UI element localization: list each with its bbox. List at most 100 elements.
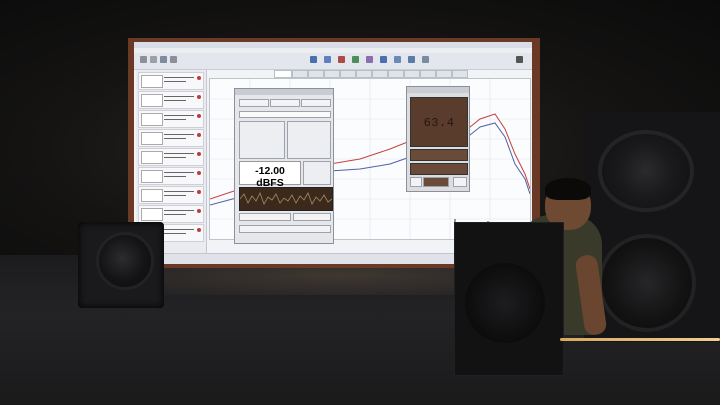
generator-button[interactable] (270, 99, 300, 107)
list-item (138, 186, 204, 204)
generator-button[interactable] (293, 213, 331, 221)
list-item (138, 148, 204, 166)
tab (292, 70, 308, 78)
record-dot (197, 76, 201, 80)
spl-meter-dialog: 63.4 (406, 86, 470, 192)
speaker-right (584, 112, 720, 342)
home-theater-scene: -12.00 dBFS 63.4 (0, 0, 720, 405)
list-item (138, 167, 204, 185)
toolbar-icon (394, 56, 401, 63)
dialog-titlebar (235, 89, 333, 95)
label-line (164, 96, 194, 97)
thumbnail (141, 94, 163, 107)
toolbar-icon (366, 56, 373, 63)
generator-button[interactable] (239, 213, 291, 221)
tab (340, 70, 356, 78)
thumbnail (141, 189, 163, 202)
record-dot (197, 190, 201, 194)
toolbar-icon (516, 56, 523, 63)
toolbar-icon (160, 56, 167, 63)
spl-button[interactable] (410, 177, 422, 187)
list-item (138, 110, 204, 128)
label-line (164, 157, 186, 158)
record-dot (197, 95, 201, 99)
list-item (138, 205, 204, 223)
spl-display: 63.4 (410, 97, 468, 147)
waveform-display (239, 187, 333, 211)
label-line (164, 119, 186, 120)
toolbar-icon (380, 56, 387, 63)
toolbar-icon (310, 56, 317, 63)
toolbar-icon (338, 56, 345, 63)
thumbnail (141, 132, 163, 145)
generator-field[interactable] (239, 111, 331, 118)
toolbar-icon (352, 56, 359, 63)
level-display: -12.00 dBFS (239, 161, 301, 189)
speaker-horn (598, 130, 694, 212)
tab (452, 70, 468, 78)
spl-bar (410, 149, 468, 161)
toolbar-icon (324, 56, 331, 63)
tab (436, 70, 452, 78)
label-line (164, 77, 194, 78)
label-line (164, 115, 194, 116)
tab (324, 70, 340, 78)
toolbar-icon (422, 56, 429, 63)
toolbar-icon (150, 56, 157, 63)
record-dot (197, 209, 201, 213)
tab (420, 70, 436, 78)
dialog-titlebar (407, 87, 469, 93)
record-dot (197, 114, 201, 118)
level-controls[interactable] (303, 161, 331, 185)
spl-bar (410, 163, 468, 175)
generator-button[interactable] (239, 99, 269, 107)
thumbnail (141, 170, 163, 183)
label-line (164, 81, 186, 82)
speaker-woofer (598, 234, 696, 332)
record-dot (197, 228, 201, 232)
toolbar-icon (408, 56, 415, 63)
thumbnail (141, 113, 163, 126)
spl-button[interactable] (423, 177, 449, 187)
toolbar-icon (140, 56, 147, 63)
label-line (164, 100, 186, 101)
spl-reading: 63.4 (423, 116, 455, 130)
thumbnail (141, 151, 163, 164)
subwoofer-left (78, 222, 164, 308)
generator-options (287, 121, 331, 159)
tab (308, 70, 324, 78)
spl-button[interactable] (453, 177, 467, 187)
list-item (138, 72, 204, 90)
signal-generator-dialog: -12.00 dBFS (234, 88, 334, 244)
record-dot (197, 133, 201, 137)
list-item (138, 91, 204, 109)
tab (274, 70, 292, 78)
label-line (164, 229, 194, 230)
subwoofer-cone (96, 232, 154, 290)
app-toolbar (134, 53, 532, 70)
label-line (164, 138, 186, 139)
generator-button[interactable] (301, 99, 331, 107)
thumbnail (141, 75, 163, 88)
label-line (164, 210, 194, 211)
label-line (164, 195, 186, 196)
waveform-svg (239, 191, 333, 205)
tab (356, 70, 372, 78)
label-line (164, 233, 186, 234)
cable (560, 338, 720, 341)
record-dot (197, 171, 201, 175)
person-hair (545, 178, 591, 200)
label-line (164, 191, 194, 192)
label-line (164, 134, 194, 135)
generator-options (239, 121, 285, 159)
record-dot (197, 152, 201, 156)
list-item (138, 129, 204, 147)
speaker-cone (465, 263, 545, 343)
tab (372, 70, 388, 78)
toolbar-icon (170, 56, 177, 63)
generator-field[interactable] (239, 225, 331, 233)
label-line (164, 172, 194, 173)
label-line (164, 214, 186, 215)
waveform-trace (239, 191, 333, 205)
thumbnail (141, 208, 163, 221)
